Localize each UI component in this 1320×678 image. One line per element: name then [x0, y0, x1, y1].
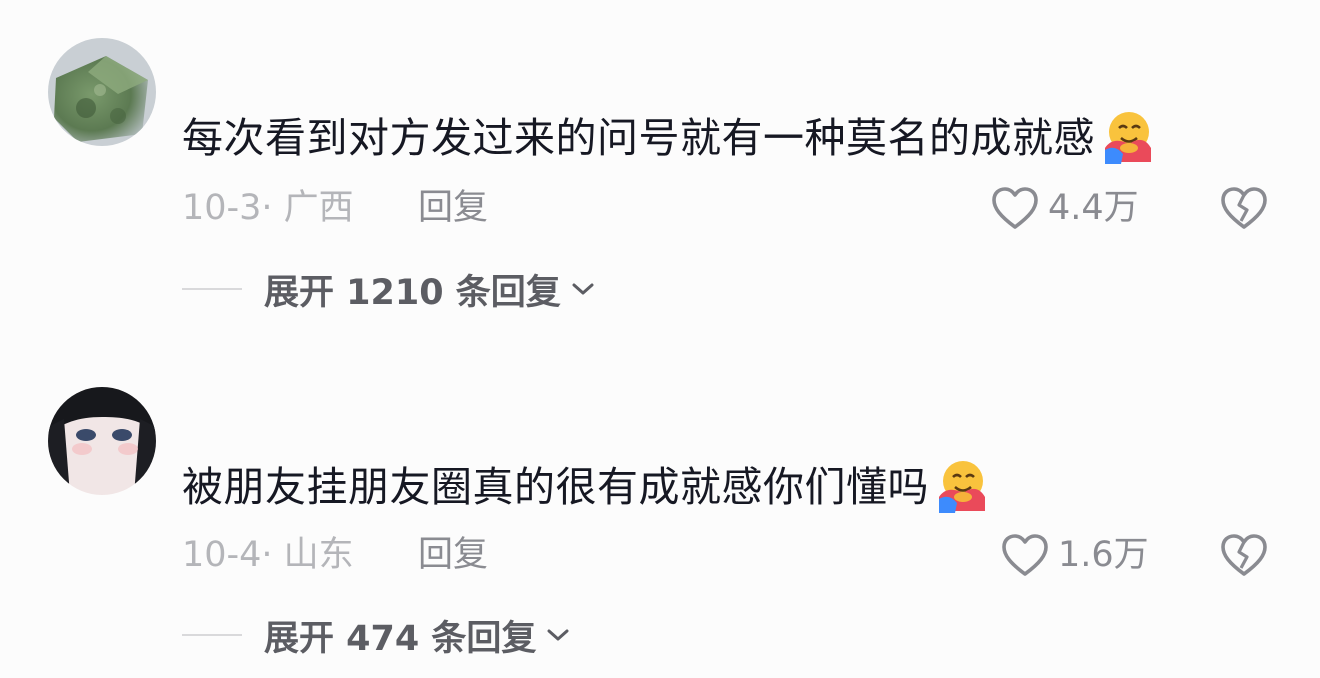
comment-meta: 10-4· 山东 回复 1.6万: [182, 530, 1282, 580]
expand-replies-label: 展开 474 条回复: [264, 618, 537, 659]
reply-button[interactable]: 回复: [418, 530, 488, 580]
expand-replies-row: 展开 474 条回复: [182, 610, 570, 660]
expand-replies-button[interactable]: 展开 474 条回复: [264, 610, 570, 661]
avatar[interactable]: [48, 387, 156, 495]
comment-item: 被朋友挂朋友圈真的很有成就感你们懂吗 10-4· 山东 回复 1.6万 展开 4…: [0, 0, 1320, 659]
like-count: 1.6万: [1058, 535, 1149, 575]
comment-text: 被朋友挂朋友圈真的很有成就感你们懂吗: [182, 457, 989, 513]
heart-outline-icon: [1000, 532, 1050, 578]
divider: [182, 634, 242, 636]
like-button[interactable]: 1.6万: [1000, 530, 1149, 580]
dislike-button[interactable]: [1220, 532, 1268, 592]
hugging-face-emoji-icon: [933, 457, 989, 513]
comment-date-location: 10-4· 山东: [182, 535, 354, 575]
chevron-down-icon: [536, 627, 570, 643]
broken-heart-icon: [1220, 534, 1268, 587]
